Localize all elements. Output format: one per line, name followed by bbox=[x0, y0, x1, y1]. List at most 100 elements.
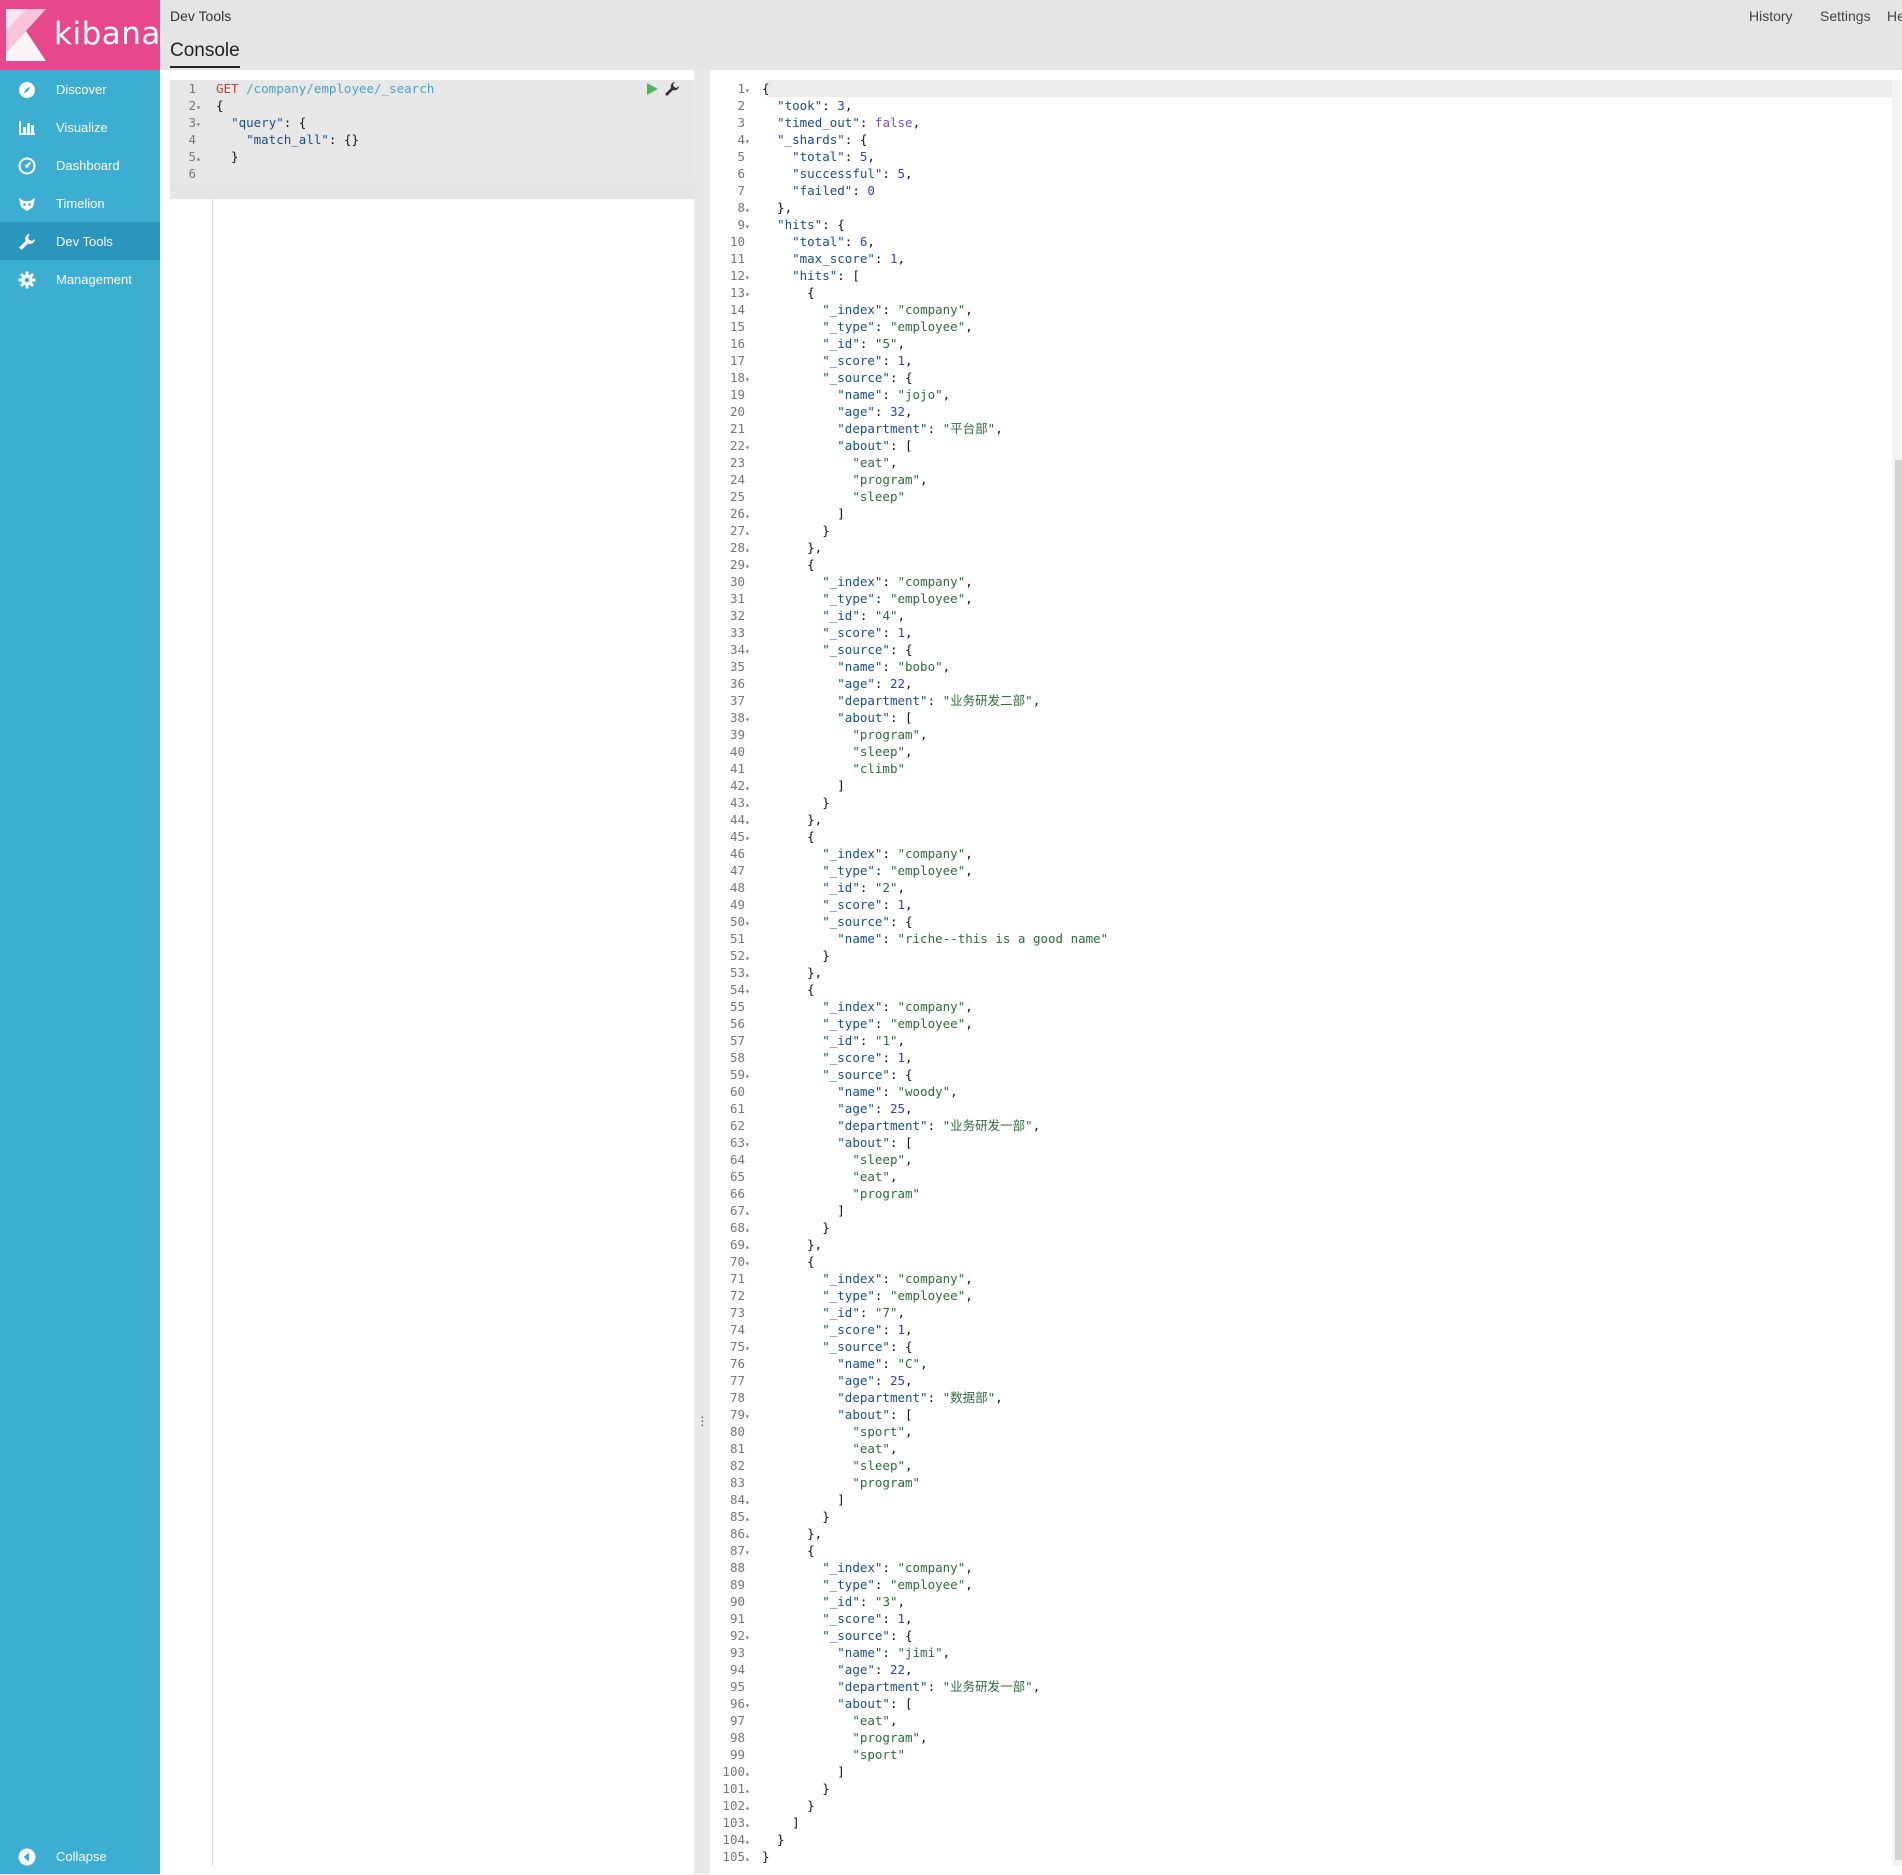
code-line[interactable]: 5▴ } bbox=[170, 148, 694, 165]
code-line[interactable]: 74 "_score": 1, bbox=[710, 1321, 913, 1338]
code-line[interactable]: 78 "department": "数据部", bbox=[710, 1389, 1003, 1406]
sidebar-item-management[interactable]: Management bbox=[0, 260, 160, 298]
code-line[interactable]: 61 "age": 25, bbox=[710, 1100, 913, 1117]
code-line[interactable]: 1▾{ bbox=[710, 80, 769, 97]
code-line[interactable]: 100▴ ] bbox=[710, 1763, 844, 1780]
code-line[interactable]: 18▾ "_source": { bbox=[710, 369, 913, 386]
code-line[interactable]: 94 "age": 22, bbox=[710, 1661, 913, 1678]
code-line[interactable]: 25 "sleep" bbox=[710, 488, 905, 505]
code-line[interactable]: 44▴ }, bbox=[710, 811, 822, 828]
code-line[interactable]: 20 "age": 32, bbox=[710, 403, 913, 420]
code-line[interactable]: 2 "took": 3, bbox=[710, 97, 852, 114]
code-line[interactable]: 84▴ ] bbox=[710, 1491, 845, 1508]
code-line[interactable]: 92▾ "_source": { bbox=[710, 1627, 913, 1644]
code-line[interactable]: 64 "sleep", bbox=[710, 1151, 913, 1168]
code-line[interactable]: 2▾{ bbox=[170, 97, 694, 114]
code-line[interactable]: 3 "timed_out": false, bbox=[710, 114, 920, 131]
request-editor[interactable]: 1 GET /company/employee/_search 2▾{3▾ "que… bbox=[170, 80, 694, 1866]
code-line[interactable]: 28▴ }, bbox=[710, 539, 822, 556]
code-line[interactable]: 14 "_index": "company", bbox=[710, 301, 973, 318]
code-line[interactable]: 38▾ "about": [ bbox=[710, 709, 913, 726]
response-viewer[interactable]: 1▾{2 "took": 3, 3 "timed_out": false, 4▾ "… bbox=[710, 80, 1892, 1866]
code-line[interactable]: 46 "_index": "company", bbox=[710, 845, 973, 862]
code-line[interactable]: 99 "sport" bbox=[710, 1746, 905, 1763]
code-line[interactable]: 91 "_score": 1, bbox=[710, 1610, 913, 1627]
code-line[interactable]: 6 "successful": 5, bbox=[710, 165, 912, 182]
code-line[interactable]: 81 "eat", bbox=[710, 1440, 898, 1457]
code-line[interactable]: 69▴ }, bbox=[710, 1236, 822, 1253]
code-line[interactable]: 58 "_score": 1, bbox=[710, 1049, 913, 1066]
code-line[interactable]: 76 "name": "C", bbox=[710, 1355, 928, 1372]
drag-handle-icon[interactable]: · · · bbox=[700, 1409, 705, 1431]
code-line[interactable]: 30 "_index": "company", bbox=[710, 573, 973, 590]
code-line[interactable]: 51 "name": "riche--this is a good name" bbox=[710, 930, 1108, 947]
code-line[interactable]: 27▴ } bbox=[710, 522, 830, 539]
code-line[interactable]: 11 "max_score": 1, bbox=[710, 250, 905, 267]
settings-link[interactable]: Settings bbox=[1820, 8, 1871, 24]
code-line[interactable]: 8▴ }, bbox=[710, 199, 792, 216]
code-line[interactable]: 56 "_type": "employee", bbox=[710, 1015, 973, 1032]
code-line[interactable]: 79▾ "about": [ bbox=[710, 1406, 913, 1423]
code-line[interactable]: 6 bbox=[170, 165, 694, 182]
code-line[interactable]: 22▾ "about": [ bbox=[710, 437, 913, 454]
code-line[interactable]: 39 "program", bbox=[710, 726, 928, 743]
code-line[interactable]: 24 "program", bbox=[710, 471, 928, 488]
code-line[interactable]: 52▴ } bbox=[710, 947, 830, 964]
code-line[interactable]: 36 "age": 22, bbox=[710, 675, 913, 692]
code-line[interactable]: 87▾ { bbox=[710, 1542, 815, 1559]
code-line[interactable]: 33 "_score": 1, bbox=[710, 624, 913, 641]
code-line[interactable]: 40 "sleep", bbox=[710, 743, 913, 760]
sidebar-item-timelion[interactable]: Timelion bbox=[0, 184, 160, 222]
code-line[interactable]: 42▴ ] bbox=[710, 777, 845, 794]
code-line[interactable]: 57 "_id": "1", bbox=[710, 1032, 905, 1049]
code-line[interactable]: 53▴ }, bbox=[710, 964, 822, 981]
code-line[interactable]: 59▾ "_source": { bbox=[710, 1066, 913, 1083]
code-line[interactable]: 75▾ "_source": { bbox=[710, 1338, 913, 1355]
code-line[interactable]: 95 "department": "业务研发一部", bbox=[710, 1678, 1040, 1695]
code-line[interactable]: 23 "eat", bbox=[710, 454, 898, 471]
code-line[interactable]: 5 "total": 5, bbox=[710, 148, 874, 165]
code-line[interactable]: 34▾ "_source": { bbox=[710, 641, 913, 658]
code-line[interactable]: 97 "eat", bbox=[710, 1712, 898, 1729]
code-line[interactable]: 49 "_score": 1, bbox=[710, 896, 913, 913]
code-line[interactable]: 83 "program" bbox=[710, 1474, 920, 1491]
code-line[interactable]: 29▾ { bbox=[710, 556, 815, 573]
sidebar-item-visualize[interactable]: Visualize bbox=[0, 108, 160, 146]
code-line[interactable]: 68▴ } bbox=[710, 1219, 830, 1236]
help-link[interactable]: Hel bbox=[1887, 8, 1902, 24]
code-line[interactable]: 85▴ } bbox=[710, 1508, 830, 1525]
code-line[interactable]: 72 "_type": "employee", bbox=[710, 1287, 973, 1304]
code-line[interactable]: 96▾ "about": [ bbox=[710, 1695, 913, 1712]
sidebar-item-dev-tools[interactable]: Dev Tools bbox=[0, 222, 160, 260]
code-line[interactable]: 16 "_id": "5", bbox=[710, 335, 905, 352]
code-line[interactable]: 89 "_type": "employee", bbox=[710, 1576, 973, 1593]
code-line[interactable]: 7 "failed": 0 bbox=[710, 182, 874, 199]
sidebar-collapse-button[interactable]: Collapse bbox=[0, 1837, 160, 1875]
code-line[interactable]: 65 "eat", bbox=[710, 1168, 898, 1185]
code-line[interactable]: 104▴ } bbox=[710, 1831, 784, 1848]
code-line[interactable]: 41 "climb" bbox=[710, 760, 905, 777]
code-line[interactable]: 70▾ { bbox=[710, 1253, 815, 1270]
code-line[interactable]: 66 "program" bbox=[710, 1185, 920, 1202]
history-link[interactable]: History bbox=[1749, 8, 1793, 24]
code-line[interactable]: 101▴ } bbox=[710, 1780, 829, 1797]
code-line[interactable]: 77 "age": 25, bbox=[710, 1372, 913, 1389]
code-line[interactable]: 102▴ } bbox=[710, 1797, 814, 1814]
wrench-icon[interactable] bbox=[664, 81, 680, 97]
code-line[interactable]: 31 "_type": "employee", bbox=[710, 590, 973, 607]
sidebar-item-dashboard[interactable]: Dashboard bbox=[0, 146, 160, 184]
code-line[interactable]: 37 "department": "业务研发二部", bbox=[710, 692, 1040, 709]
code-line[interactable]: 82 "sleep", bbox=[710, 1457, 913, 1474]
code-line[interactable]: 90 "_id": "3", bbox=[710, 1593, 905, 1610]
code-line[interactable]: 12▾ "hits": [ bbox=[710, 267, 860, 284]
code-line[interactable]: 50▾ "_source": { bbox=[710, 913, 913, 930]
code-line[interactable]: 86▴ }, bbox=[710, 1525, 822, 1542]
code-line[interactable]: 71 "_index": "company", bbox=[710, 1270, 973, 1287]
code-line[interactable]: 54▾ { bbox=[710, 981, 815, 998]
play-icon[interactable] bbox=[645, 82, 659, 96]
code-line[interactable]: 35 "name": "bobo", bbox=[710, 658, 950, 675]
code-line[interactable]: 10 "total": 6, bbox=[710, 233, 875, 250]
code-line[interactable]: 48 "_id": "2", bbox=[710, 879, 905, 896]
code-line[interactable]: 15 "_type": "employee", bbox=[710, 318, 973, 335]
code-line[interactable]: 60 "name": "woody", bbox=[710, 1083, 958, 1100]
